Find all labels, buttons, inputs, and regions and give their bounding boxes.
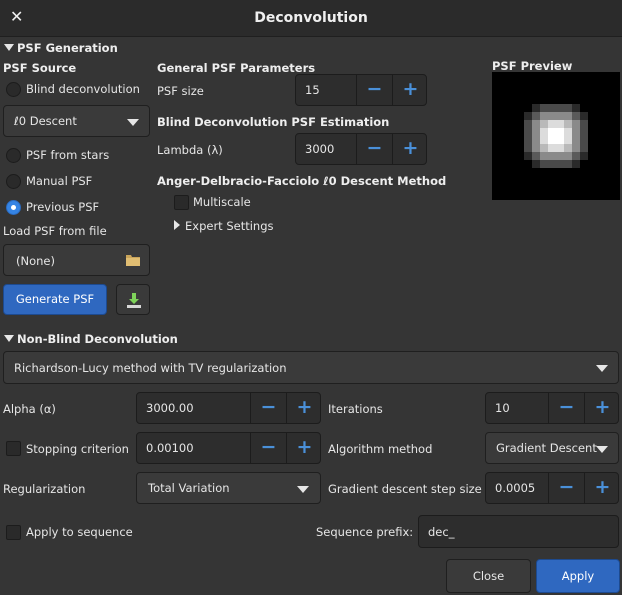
psf-size-label: PSF size xyxy=(157,84,204,98)
general-psf-parameters-heading: General PSF Parameters xyxy=(157,61,316,75)
iterations-increment-button[interactable]: + xyxy=(584,393,620,423)
window-title: Deconvolution xyxy=(254,10,368,26)
blind-deconvolution-radio[interactable] xyxy=(6,82,21,97)
alpha-label: Alpha (α) xyxy=(3,402,56,416)
download-icon xyxy=(127,293,141,311)
close-button[interactable]: Close xyxy=(446,559,531,593)
regularization-value: Total Variation xyxy=(148,481,230,495)
regularization-label: Regularization xyxy=(3,482,86,496)
blind-deconvolution-label: Blind deconvolution xyxy=(26,82,140,96)
alpha-value[interactable]: 3000.00 xyxy=(146,401,194,415)
non-blind-expander[interactable]: Non-Blind Deconvolution xyxy=(4,332,178,346)
psf-size-increment-button[interactable]: + xyxy=(392,75,428,105)
load-psf-label: Load PSF from file xyxy=(3,224,107,238)
alpha-increment-button[interactable]: + xyxy=(286,393,322,423)
chevron-down-icon xyxy=(596,446,608,453)
blind-psf-estimation-heading: Blind Deconvolution PSF Estimation xyxy=(157,115,390,129)
folder-icon xyxy=(126,254,140,266)
psf-size-decrement-button[interactable]: − xyxy=(356,75,392,105)
expander-arrow-icon xyxy=(174,220,180,230)
chevron-down-icon xyxy=(127,119,139,126)
psf-size-value[interactable]: 15 xyxy=(305,83,320,97)
step-size-spin[interactable]: 0.0005 − + xyxy=(485,472,619,504)
expander-arrow-icon xyxy=(4,335,14,342)
apply-button[interactable]: Apply xyxy=(536,559,620,593)
expert-settings-label: Expert Settings xyxy=(185,219,274,233)
iterations-value[interactable]: 10 xyxy=(495,401,510,415)
chevron-down-icon xyxy=(596,365,608,372)
psf-generation-expander[interactable]: PSF Generation xyxy=(4,41,118,55)
chevron-down-icon xyxy=(297,486,309,493)
step-size-value[interactable]: 0.0005 xyxy=(495,481,535,495)
apply-to-sequence-label: Apply to sequence xyxy=(26,525,133,539)
step-size-increment-button[interactable]: + xyxy=(584,473,620,503)
load-psf-file-value: (None) xyxy=(16,254,55,268)
stopping-decrement-button[interactable]: − xyxy=(250,433,286,463)
generate-psf-button[interactable]: Generate PSF xyxy=(3,284,107,315)
stopping-criterion-checkbox[interactable] xyxy=(6,441,21,456)
sequence-prefix-input[interactable]: dec_ xyxy=(418,515,619,548)
psf-from-stars-radio[interactable] xyxy=(6,148,21,163)
lambda-value[interactable]: 3000 xyxy=(305,142,334,156)
stopping-criterion-value[interactable]: 0.00100 xyxy=(146,441,194,455)
multiscale-label: Multiscale xyxy=(193,195,251,209)
regularization-combo[interactable]: Total Variation xyxy=(136,472,321,504)
sequence-prefix-label: Sequence prefix: xyxy=(316,525,414,539)
alpha-decrement-button[interactable]: − xyxy=(250,393,286,423)
l0-descent-combo-label: ℓ0 Descent xyxy=(14,114,77,128)
non-blind-header: Non-Blind Deconvolution xyxy=(17,332,178,346)
algorithm-method-combo[interactable]: Gradient Descent xyxy=(485,432,619,464)
iterations-decrement-button[interactable]: − xyxy=(548,393,584,423)
psf-from-stars-label: PSF from stars xyxy=(26,148,110,162)
stopping-increment-button[interactable]: + xyxy=(286,433,322,463)
iterations-label: Iterations xyxy=(328,402,383,416)
algorithm-method-label: Algorithm method xyxy=(328,442,433,456)
psf-generation-header: PSF Generation xyxy=(17,41,118,55)
manual-psf-label: Manual PSF xyxy=(26,174,93,188)
manual-psf-radio[interactable] xyxy=(6,174,21,189)
previous-psf-radio[interactable] xyxy=(6,200,21,215)
deconvolution-method-label: Richardson-Lucy method with TV regulariz… xyxy=(14,360,287,375)
step-size-label: Gradient descent step size xyxy=(328,482,482,496)
lambda-spin[interactable]: 3000 − + xyxy=(295,133,427,165)
psf-size-spin[interactable]: 15 − + xyxy=(295,74,427,106)
iterations-spin[interactable]: 10 − + xyxy=(485,392,619,424)
alpha-spin[interactable]: 3000.00 − + xyxy=(136,392,321,424)
apply-to-sequence-checkbox[interactable] xyxy=(6,525,21,540)
previous-psf-label: Previous PSF xyxy=(26,200,100,214)
psf-source-heading: PSF Source xyxy=(3,61,77,75)
algorithm-method-value: Gradient Descent xyxy=(496,441,597,455)
l0-descent-method-heading: Anger-Delbracio-Facciolo ℓ0 Descent Meth… xyxy=(157,174,447,188)
step-size-decrement-button[interactable]: − xyxy=(548,473,584,503)
psf-preview-image xyxy=(492,72,620,200)
sequence-prefix-value: dec_ xyxy=(428,525,455,539)
lambda-decrement-button[interactable]: − xyxy=(356,134,392,164)
stopping-criterion-spin[interactable]: 0.00100 − + xyxy=(136,432,321,464)
psf-preview-heading: PSF Preview xyxy=(492,59,573,73)
deconvolution-method-combo[interactable]: Richardson-Lucy method with TV regulariz… xyxy=(3,351,619,384)
multiscale-checkbox[interactable] xyxy=(174,195,189,210)
expander-arrow-icon xyxy=(4,44,14,51)
lambda-increment-button[interactable]: + xyxy=(392,134,428,164)
load-psf-file-button[interactable]: (None) xyxy=(3,244,150,276)
save-psf-button[interactable] xyxy=(116,284,150,315)
lambda-label: Lambda (λ) xyxy=(157,143,223,157)
expert-settings-expander[interactable]: Expert Settings xyxy=(174,219,274,233)
l0-descent-combo[interactable]: ℓ0 Descent xyxy=(3,105,150,137)
stopping-criterion-label: Stopping criterion xyxy=(26,442,129,456)
